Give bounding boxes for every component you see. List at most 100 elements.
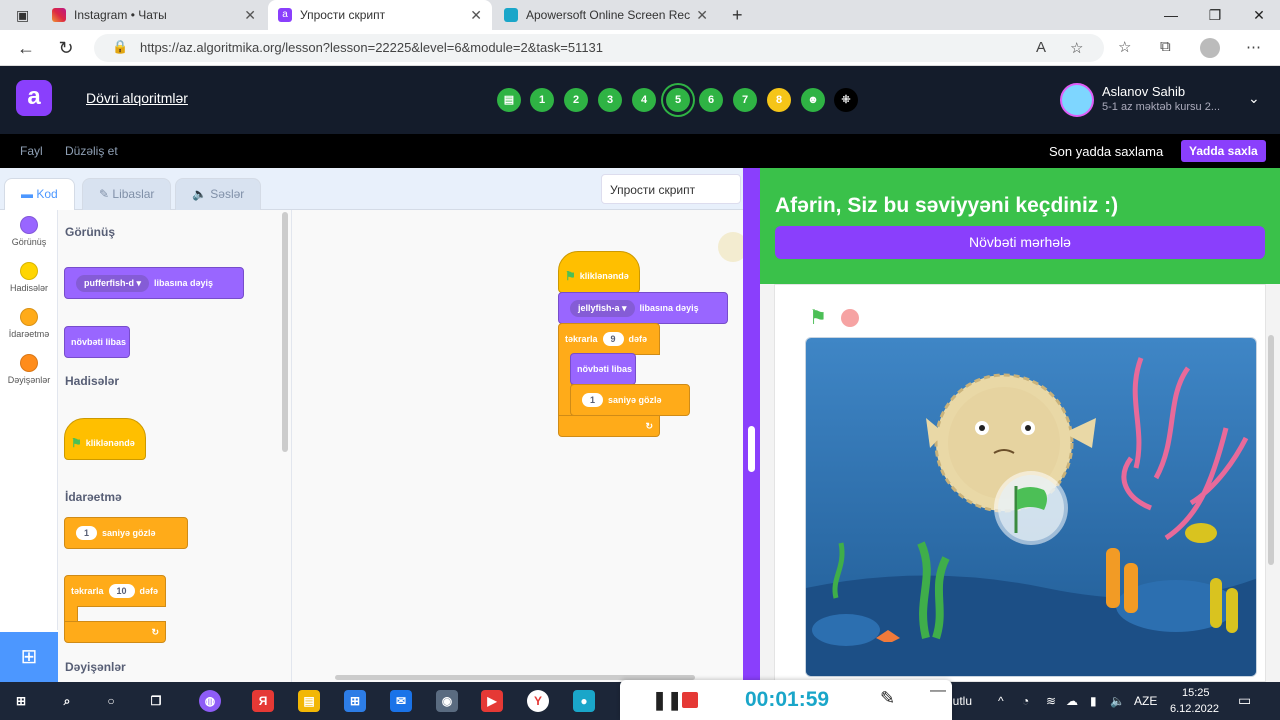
profile-icon[interactable] [1200, 38, 1220, 58]
script-when-flag-clicked[interactable]: ⚑ kliklənəndə [558, 251, 640, 293]
step-1[interactable]: 1 [530, 88, 554, 112]
tab-actions-button[interactable]: ▣ [6, 0, 36, 30]
script-repeat-block[interactable]: təkrarla 9 dəfə [558, 323, 660, 355]
costume-dropdown[interactable]: pufferfish-d ▾ [76, 274, 150, 292]
category-events[interactable]: Hadisələr [0, 262, 58, 293]
wait-input[interactable]: 1 [582, 393, 604, 407]
green-flag-icon[interactable]: ⚑ [809, 305, 827, 330]
favorites-icon[interactable]: ☆ [1118, 38, 1131, 56]
back-icon[interactable]: ← [16, 38, 36, 58]
tab-instagram[interactable]: Instagram • Чаты ✕ [42, 0, 266, 30]
close-icon[interactable]: ✕ [470, 7, 482, 24]
task-view-icon[interactable]: ❐ [145, 690, 167, 712]
reload-icon[interactable]: ↻ [56, 38, 76, 58]
stop-recording-icon[interactable] [682, 692, 698, 708]
alice-icon[interactable]: ◍ [199, 690, 221, 712]
pause-icon[interactable]: ❚❚ [652, 690, 682, 711]
step-4[interactable]: 4 [632, 88, 656, 112]
step-final[interactable]: ⁜ [834, 88, 858, 112]
switch-costume-block[interactable]: pufferfish-d ▾ libasına dəyiş [64, 267, 244, 299]
read-aloud-icon[interactable]: A [1036, 39, 1046, 56]
project-title-input[interactable]: Упрости скрипт [601, 174, 741, 204]
step-smile[interactable]: ☻ [801, 88, 825, 112]
clock-date[interactable]: 6.12.2022 [1170, 703, 1219, 715]
lesson-title[interactable]: Dövri alqoritmlər [86, 90, 188, 106]
youtube-icon[interactable]: ▶ [481, 690, 503, 712]
step-8[interactable]: 8 [767, 88, 791, 112]
network-icon[interactable]: ◔ [1022, 694, 1029, 708]
page-scrollbar[interactable] [1268, 335, 1274, 565]
menu-edit[interactable]: Düzəliş et [65, 144, 118, 158]
step-7[interactable]: 7 [733, 88, 757, 112]
yandex-icon[interactable]: Я [252, 690, 274, 712]
add-extension-button[interactable]: ⊞ [0, 632, 58, 682]
algoritmika-logo[interactable]: a [16, 80, 52, 116]
category-looks[interactable]: Görünüş [0, 216, 58, 247]
script-next-costume[interactable]: növbəti libas [570, 353, 636, 385]
url-field[interactable]: 🔒 https://az.algoritmika.org/lesson?less… [94, 34, 1104, 62]
language-indicator[interactable]: AZE [1134, 694, 1157, 708]
tray-chevron-icon[interactable]: ^ [998, 694, 1004, 708]
wifi-icon[interactable]: ≋ [1046, 694, 1056, 708]
divider-grip[interactable] [748, 426, 755, 472]
menu-file[interactable]: Fayl [20, 144, 43, 158]
clock-time[interactable]: 15:25 [1182, 687, 1210, 699]
script-wait-block[interactable]: 1 saniyə gözlə [570, 384, 690, 416]
collections-icon[interactable]: ⧉ [1160, 38, 1171, 55]
close-icon[interactable]: ✕ [696, 7, 708, 24]
stage-panel: ⚑ [760, 284, 1280, 682]
repeat-input[interactable]: 10 [108, 584, 135, 598]
volume-icon[interactable]: 🔈 [1110, 694, 1125, 708]
tab-code[interactable]: ▬ Kod [4, 178, 75, 210]
step-2[interactable]: 2 [564, 88, 588, 112]
save-button[interactable]: Yadda saxla [1181, 140, 1266, 162]
mail-icon[interactable]: ✉ [390, 690, 412, 712]
more-icon[interactable]: ⋯ [1246, 38, 1261, 56]
script-workspace[interactable]: ⚑ kliklənəndə jellyfish-a ▾ libasına dəy… [292, 210, 748, 682]
repeat-input[interactable]: 9 [602, 332, 624, 346]
store-icon[interactable]: ⊞ [344, 690, 366, 712]
step-5[interactable]: 5 [666, 88, 690, 112]
user-app-icon[interactable]: ◉ [436, 690, 458, 712]
repeat-block[interactable]: təkrarla 10 dəfə [64, 575, 166, 607]
favorite-add-icon[interactable]: ☆ [1070, 39, 1083, 57]
avatar[interactable] [1060, 83, 1094, 117]
recorder-app-icon[interactable]: ● [573, 690, 595, 712]
palette-scrollbar[interactable] [282, 212, 288, 452]
tab-apowersoft[interactable]: Apowersoft Online Screen Recor ✕ [494, 0, 718, 30]
pen-icon[interactable]: ✎ [880, 688, 895, 709]
next-costume-block[interactable]: növbəti libas [64, 326, 130, 358]
wait-input[interactable]: 1 [76, 526, 98, 540]
tab-costumes[interactable]: ✎ Libaslar [82, 178, 172, 210]
window-close-icon[interactable]: ✕ [1248, 4, 1270, 26]
when-flag-clicked-block[interactable]: ⚑ kliklənəndə [64, 418, 146, 460]
chevron-down-icon[interactable]: ⌄ [1248, 90, 1260, 107]
minimize-icon[interactable]: — [1160, 4, 1182, 26]
yandex-browser-icon[interactable]: Y [527, 690, 549, 712]
maximize-icon[interactable]: ❐ [1204, 4, 1226, 26]
close-icon[interactable]: ✕ [244, 7, 256, 24]
category-control[interactable]: İdarəetmə [0, 308, 58, 339]
file-explorer-icon[interactable]: ▤ [298, 690, 320, 712]
costume-dropdown[interactable]: jellyfish-a ▾ [570, 299, 635, 317]
notifications-icon[interactable]: ▭ [1238, 692, 1251, 709]
windows-start-icon[interactable]: ⊞ [10, 690, 32, 712]
wait-block[interactable]: 1 saniyə gözlə [64, 517, 188, 549]
step-6[interactable]: 6 [699, 88, 723, 112]
panel-divider[interactable] [743, 168, 760, 682]
cloud-icon[interactable]: ☁ [1066, 694, 1078, 708]
stop-icon[interactable] [841, 309, 859, 327]
step-notes[interactable]: ▤ [497, 88, 521, 112]
tab-active-script[interactable]: a Упрости скрипт ✕ [268, 0, 492, 30]
step-3[interactable]: 3 [598, 88, 622, 112]
tab-sounds[interactable]: 🔈 Səslər [175, 178, 262, 210]
new-tab-button[interactable]: + [722, 0, 746, 30]
microphone-icon[interactable]: ▮ [1090, 694, 1097, 708]
search-icon[interactable]: ⌕ [56, 690, 78, 712]
cortana-icon[interactable]: ○ [100, 690, 122, 712]
minimize-icon[interactable]: — [930, 682, 946, 700]
category-variables[interactable]: Dəyişənlər [0, 354, 58, 385]
stage-canvas[interactable] [805, 337, 1257, 677]
next-stage-button[interactable]: Növbəti mərhələ [775, 226, 1265, 259]
script-switch-costume[interactable]: jellyfish-a ▾ libasına dəyiş [558, 292, 728, 324]
